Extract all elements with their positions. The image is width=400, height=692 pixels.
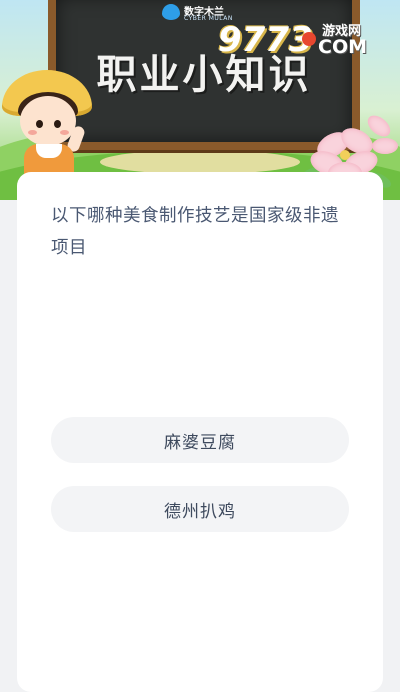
- watermark-ball-icon: [302, 32, 316, 46]
- watermark-domain: COM: [318, 36, 368, 58]
- girl-collar: [36, 144, 62, 158]
- question-text: 以下哪种美食制作技艺是国家级非遗项目: [51, 206, 339, 258]
- cartoon-girl-illustration: [2, 70, 94, 188]
- answer-option-2[interactable]: 德州扒鸡: [51, 486, 349, 532]
- girl-right-eye: [54, 120, 61, 128]
- girl-face: [20, 96, 76, 146]
- girl-right-cheek: [60, 130, 69, 135]
- girl-left-eye: [36, 120, 43, 128]
- stage-floor: [100, 150, 300, 174]
- site-watermark: 9773 游戏网 COM: [218, 20, 388, 64]
- girl-left-cheek: [28, 130, 37, 135]
- flower-center: [340, 150, 350, 160]
- header-banner: 职业小知识 数字木兰 CYBER MULAN 9773 游戏网 COM: [0, 0, 400, 200]
- answer-option-1[interactable]: 麻婆豆腐: [51, 417, 349, 463]
- watermark-number: 9773: [218, 20, 313, 60]
- flower-petal: [372, 138, 398, 154]
- mulan-logo-icon: [162, 4, 180, 20]
